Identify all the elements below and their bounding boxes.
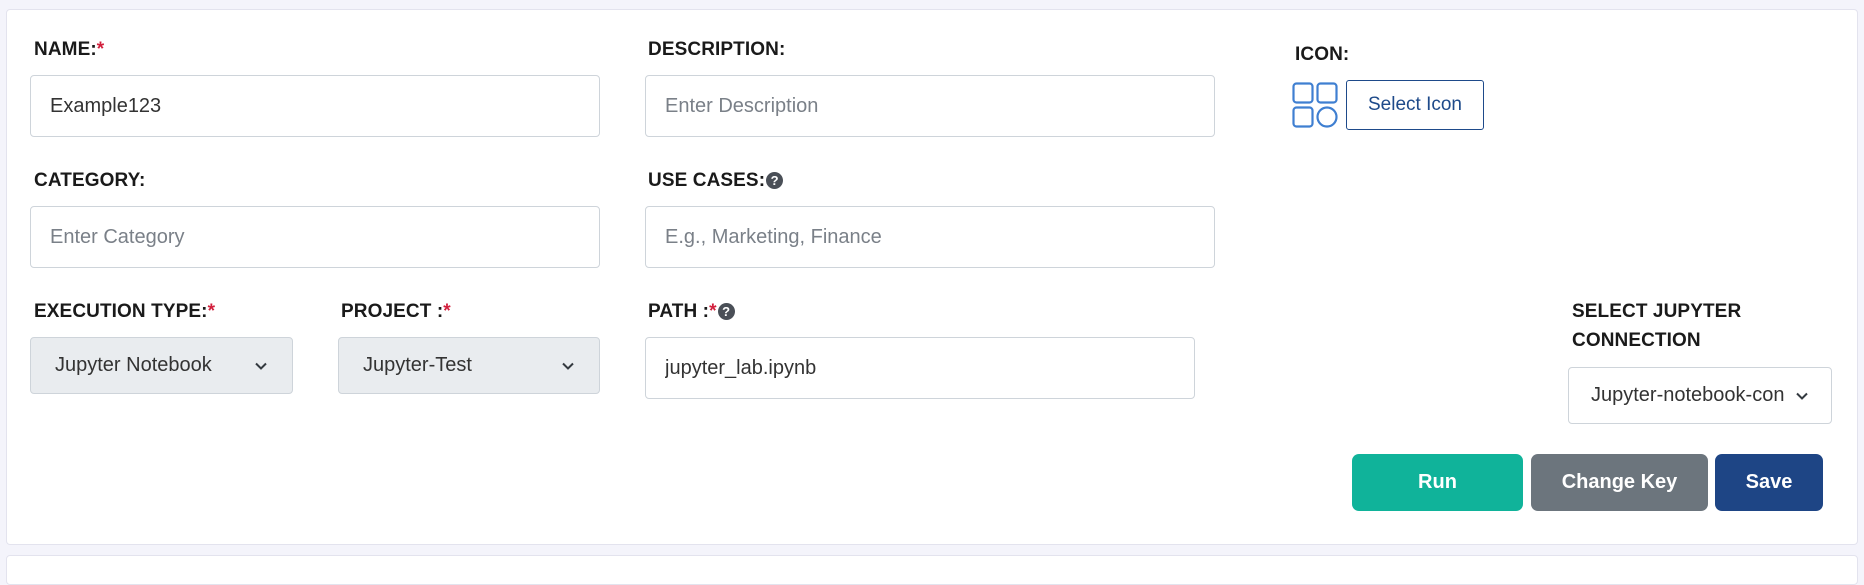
- use-cases-input[interactable]: [645, 206, 1215, 268]
- execution-type-label: EXECUTION TYPE:*: [34, 301, 216, 322]
- help-icon[interactable]: ?: [717, 303, 735, 320]
- jupyter-connection-value: Jupyter-notebook-con: [1591, 384, 1785, 406]
- use-cases-label: USE CASES:?: [648, 166, 784, 195]
- secondary-card: [6, 555, 1858, 585]
- chevron-down-icon: [1796, 392, 1808, 400]
- description-input[interactable]: [645, 75, 1215, 137]
- project-select[interactable]: Jupyter-Test: [338, 337, 600, 394]
- name-input[interactable]: [30, 75, 600, 137]
- select-icon-button[interactable]: Select Icon: [1346, 80, 1484, 130]
- chevron-down-icon: [562, 362, 574, 370]
- change-key-button[interactable]: Change Key: [1531, 454, 1708, 511]
- category-label: CATEGORY:: [34, 170, 146, 191]
- execution-type-value: Jupyter Notebook: [55, 354, 212, 376]
- project-label: PROJECT :*: [341, 301, 451, 322]
- path-label: PATH :*?: [648, 297, 735, 326]
- chevron-down-icon: [255, 362, 267, 370]
- category-input[interactable]: [30, 206, 600, 268]
- path-input[interactable]: [645, 337, 1195, 399]
- run-button[interactable]: Run: [1352, 454, 1523, 511]
- project-value: Jupyter-Test: [363, 354, 472, 376]
- grid-shapes-icon: [1292, 82, 1338, 128]
- jupyter-connection-select[interactable]: Jupyter-notebook-con: [1568, 367, 1832, 424]
- name-label: NAME:*: [34, 39, 105, 60]
- icon-label: ICON:: [1295, 44, 1350, 65]
- jupyter-connection-label: SELECT JUPYTER CONNECTION: [1572, 301, 1742, 351]
- execution-type-select[interactable]: Jupyter Notebook: [30, 337, 293, 394]
- save-button[interactable]: Save: [1715, 454, 1823, 511]
- help-icon[interactable]: ?: [766, 172, 784, 189]
- description-label: DESCRIPTION:: [648, 39, 786, 60]
